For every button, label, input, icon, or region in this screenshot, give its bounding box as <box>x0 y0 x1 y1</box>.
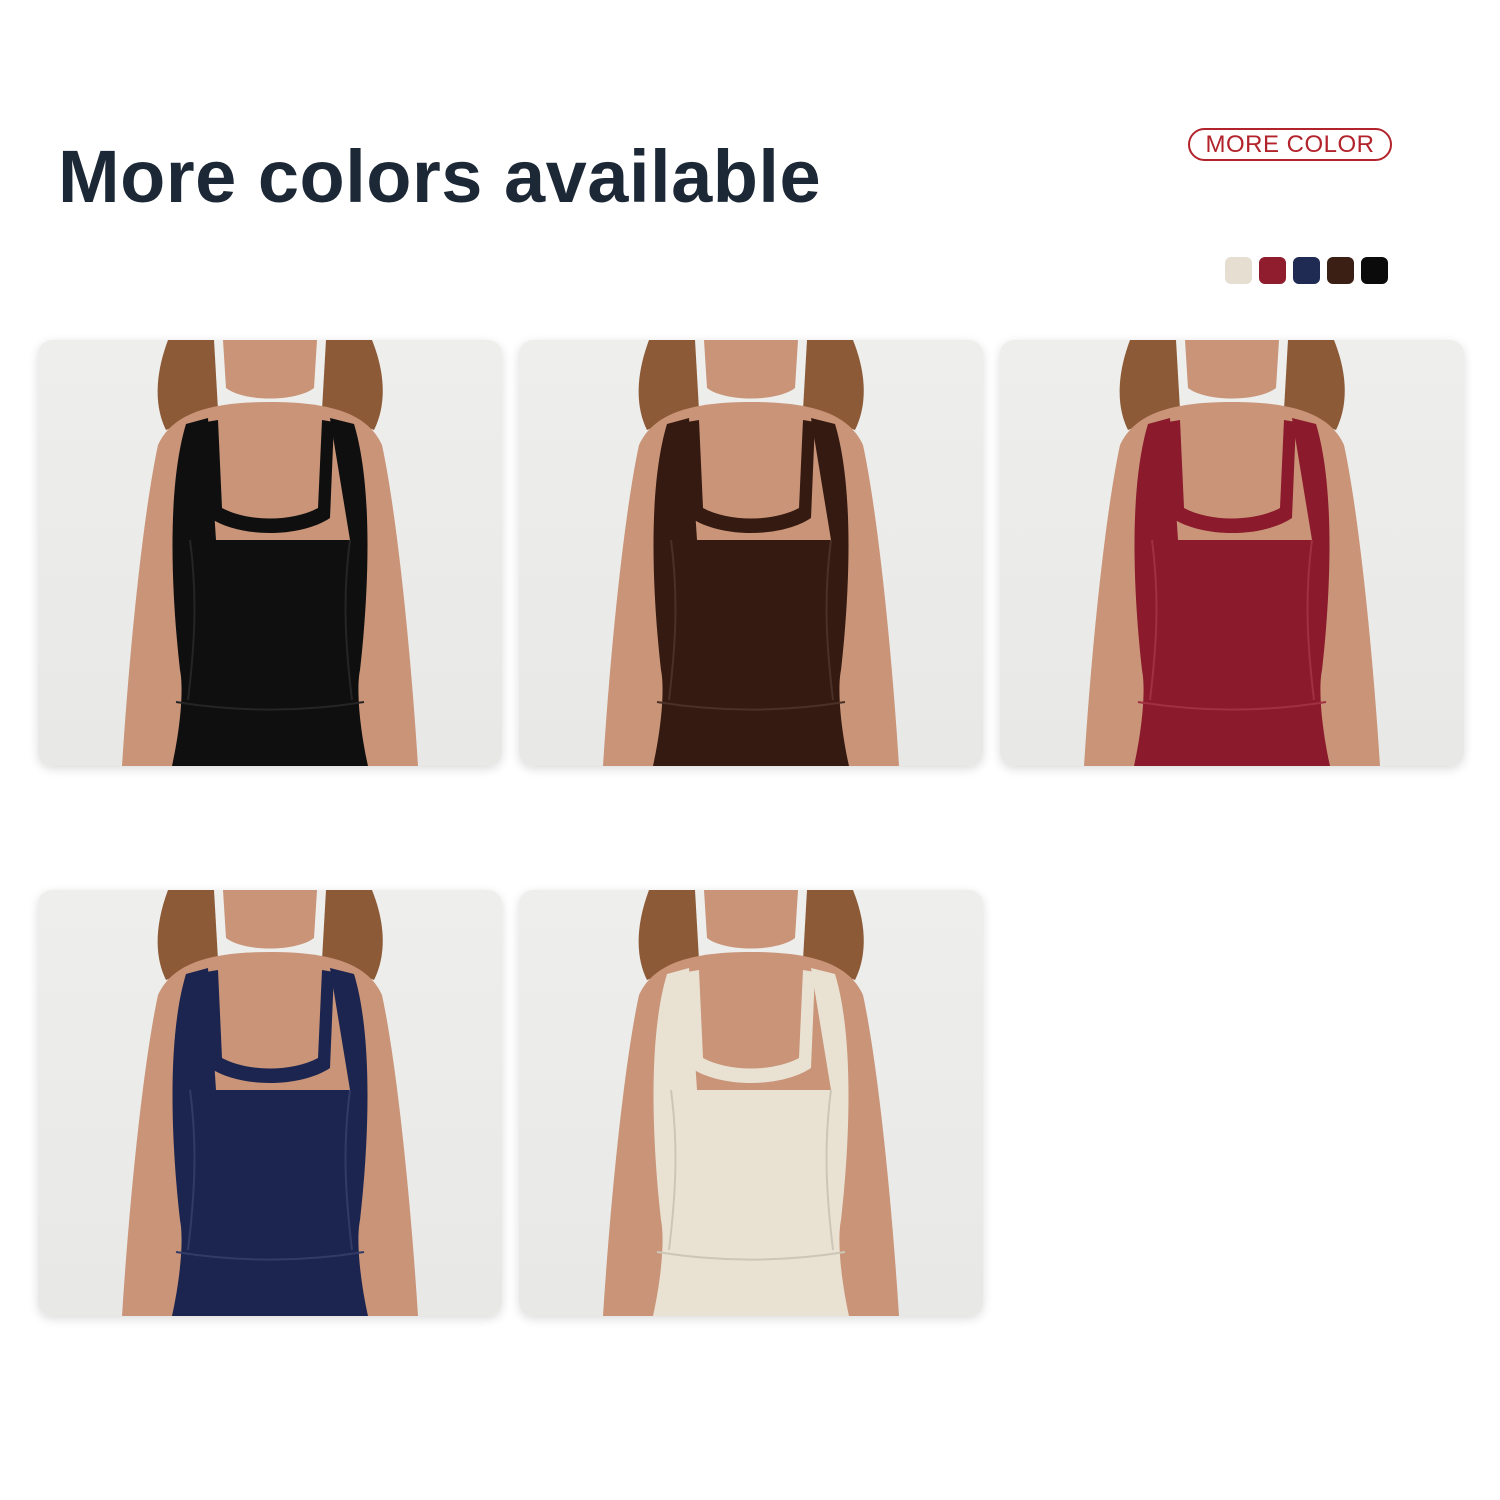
navy-swatch[interactable] <box>1293 257 1320 284</box>
page-title: More colors available <box>58 135 822 218</box>
product-card-brown[interactable] <box>519 340 983 766</box>
black-swatch[interactable] <box>1361 257 1388 284</box>
more-color-badge: MORE COLOR <box>1188 128 1392 161</box>
product-card-red[interactable] <box>1000 340 1464 766</box>
color-swatch-row <box>1225 257 1388 284</box>
red-swatch[interactable] <box>1259 257 1286 284</box>
brown-swatch[interactable] <box>1327 257 1354 284</box>
product-card-navy[interactable] <box>38 890 502 1316</box>
product-card-beige[interactable] <box>519 890 983 1316</box>
beige-swatch[interactable] <box>1225 257 1252 284</box>
product-card-black[interactable] <box>38 340 502 766</box>
